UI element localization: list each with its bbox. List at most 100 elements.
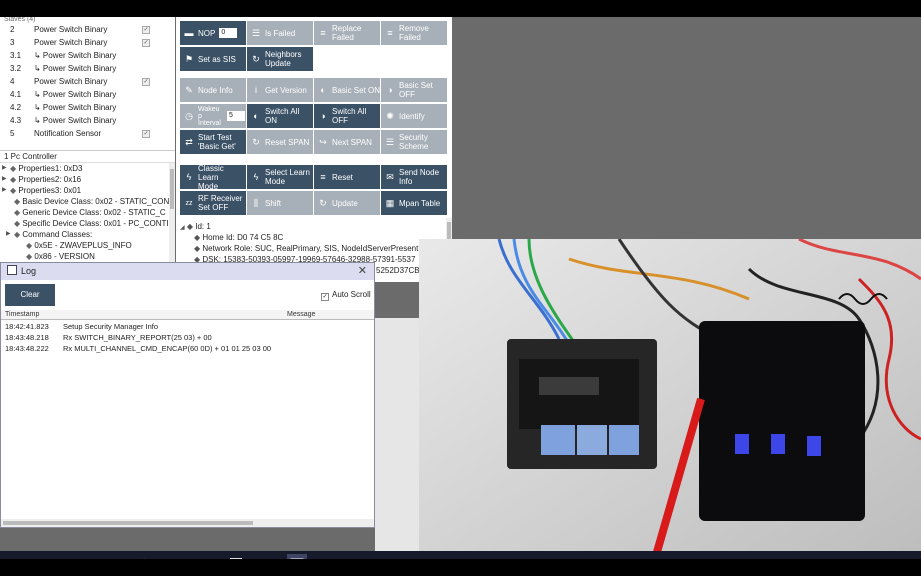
background-area bbox=[375, 318, 419, 559]
expand-arrow-icon: ▶ bbox=[2, 165, 7, 171]
node-checkbox[interactable]: ✓ bbox=[142, 39, 150, 47]
reset-button[interactable]: ≡ Reset bbox=[314, 165, 380, 189]
controller-property[interactable]: ◆ 0x5E - ZWAVEPLUS_INFO bbox=[0, 240, 175, 251]
controller-title[interactable]: 1 Pc Controller bbox=[0, 151, 175, 163]
controller-property-text: Specific Device Class: 0x01 - PC_CONTI bbox=[22, 219, 169, 228]
node-checkbox[interactable]: ✓ bbox=[142, 78, 150, 86]
mail-icon: ✉ bbox=[386, 171, 394, 182]
node-checkbox[interactable]: ✓ bbox=[142, 130, 150, 138]
tree-node[interactable]: 3.1 ↳ Power Switch Binary bbox=[0, 49, 175, 62]
controller-property[interactable]: ◆ Specific Device Class: 0x01 - PC_CONTI bbox=[0, 218, 175, 229]
node-info-button[interactable]: ✎ Node Info bbox=[180, 78, 246, 102]
nop-value-field[interactable]: 0 bbox=[219, 28, 238, 38]
list-add-icon: ≡ bbox=[320, 27, 326, 38]
controller-property[interactable]: ◆ Basic Device Class: 0x02 - STATIC_CON bbox=[0, 196, 175, 207]
next-span-button[interactable]: ↪ Next SPAN bbox=[314, 130, 380, 154]
log-timestamp: 18:43:48.218 bbox=[5, 333, 49, 342]
zwave-pc-controller-icon[interactable]: Z bbox=[287, 554, 307, 559]
rf-receiver-off-button[interactable]: zz RF Receiver Set OFF bbox=[180, 191, 246, 215]
log-row[interactable]: 18:43:48.222 Rx MULTI_CHANNEL_CMD_ENCAP(6… bbox=[1, 343, 374, 354]
message-icon: ▬ bbox=[184, 27, 194, 38]
basic-set-off-button[interactable]: ◑ Basic Set OFF bbox=[381, 78, 447, 102]
internet-explorer-icon[interactable]: e bbox=[166, 554, 186, 560]
wand-icon: ✎ bbox=[185, 84, 193, 95]
tree-node[interactable]: 3 Power Switch Binary ✓ bbox=[0, 36, 175, 49]
details-id-row[interactable]: ◢ ◆ Id: 1 bbox=[180, 221, 211, 232]
auto-scroll-checkbox[interactable]: ✓ Auto Scroll bbox=[321, 290, 371, 301]
log-titlebar[interactable]: Log ✕ bbox=[1, 263, 374, 280]
identify-button[interactable]: ✺ Identify bbox=[381, 104, 447, 128]
controller-property[interactable]: ◆ Generic Device Class: 0x02 - STATIC_C bbox=[0, 207, 175, 218]
controller-property[interactable]: ▶ ◆ Properties1: 0xD3 bbox=[0, 163, 175, 174]
node-number: 4.1 bbox=[10, 90, 22, 99]
security-scheme-button[interactable]: ☰ Security Scheme bbox=[381, 130, 447, 154]
checkbox-icon: ✓ bbox=[321, 293, 329, 301]
controller-property[interactable]: ▶ ◆ Properties2: 0x16 bbox=[0, 174, 175, 185]
node-checkbox[interactable]: ✓ bbox=[142, 26, 150, 34]
send-node-info-button[interactable]: ✉ Send Node Info bbox=[381, 165, 447, 189]
log-hscrollbar[interactable] bbox=[1, 519, 374, 527]
wakeup-interval-button[interactable]: ◷ Wakeu p Interval 5 bbox=[180, 104, 246, 128]
message-header[interactable]: Message bbox=[287, 311, 315, 318]
lightning-icon: ϟ bbox=[253, 171, 259, 182]
toggle-on-icon: ◐ bbox=[320, 84, 326, 95]
tag-icon: ◆ bbox=[14, 230, 21, 239]
log-message: Rx MULTI_CHANNEL_CMD_ENCAP(60 0D) + 01 0… bbox=[63, 344, 272, 353]
controller-property[interactable]: ▶ ◆ Properties3: 0x01 bbox=[0, 185, 175, 196]
node-number: 3.1 bbox=[10, 51, 22, 60]
controller-property-text: Properties1: 0xD3 bbox=[18, 164, 83, 173]
wakeup-value-field[interactable]: 5 bbox=[226, 111, 245, 121]
clear-button[interactable]: Clear bbox=[5, 284, 55, 306]
tree-node[interactable]: 3.2 ↳ Power Switch Binary bbox=[0, 62, 175, 75]
app-icon[interactable] bbox=[136, 554, 156, 559]
node-label: Power Switch Binary bbox=[34, 77, 108, 86]
select-learn-mode-button[interactable]: ϟ Select Learn Mode bbox=[247, 165, 313, 189]
shift-button[interactable]: ⫼ Shift bbox=[247, 191, 313, 215]
switch-all-on-button[interactable]: ◐ Switch All ON bbox=[247, 104, 313, 128]
switch-all-off-button[interactable]: ◑ Switch All OFF bbox=[314, 104, 380, 128]
expand-arrow-icon: ◢ bbox=[180, 225, 185, 231]
node-number: 5 bbox=[10, 129, 15, 138]
reset-span-button[interactable]: ↻ Reset SPAN bbox=[247, 130, 313, 154]
node-label: ↳ Power Switch Binary bbox=[34, 64, 117, 73]
lightbulb-icon: ✺ bbox=[386, 110, 394, 121]
log-message: Rx SWITCH_BINARY_REPORT(25 03) + 00 bbox=[63, 333, 212, 342]
remove-failed-button[interactable]: ≡ Remove Failed bbox=[381, 21, 447, 45]
edge-icon[interactable]: e bbox=[46, 554, 66, 560]
tree-node[interactable]: 4.1 ↳ Power Switch Binary bbox=[0, 88, 175, 101]
mpan-table-button[interactable]: ▦ Mpan Table bbox=[381, 191, 447, 215]
bars-icon: ⫼ bbox=[253, 197, 259, 208]
replace-failed-button[interactable]: ≡ Replace Failed bbox=[314, 21, 380, 45]
tree-node[interactable]: 4 Power Switch Binary ✓ bbox=[0, 75, 175, 88]
log-row[interactable]: 18:42:41.823 Setup Security Manager Info bbox=[1, 321, 374, 332]
log-row[interactable]: 18:43:48.218 Rx SWITCH_BINARY_REPORT(25 0… bbox=[1, 332, 374, 343]
log-timestamp: 18:43:48.222 bbox=[5, 344, 49, 353]
file-explorer-icon[interactable] bbox=[76, 554, 96, 559]
tree-node[interactable]: 4.3 ↳ Power Switch Binary bbox=[0, 114, 175, 127]
tree-node[interactable]: 4.2 ↳ Power Switch Binary bbox=[0, 101, 175, 114]
controller-property[interactable]: ◆ 0x86 - VERSION bbox=[0, 251, 175, 262]
paint-icon[interactable] bbox=[226, 554, 246, 559]
get-version-button[interactable]: i Get Version bbox=[247, 78, 313, 102]
neighbors-update-button[interactable]: ↻ Neighbors Update bbox=[247, 47, 313, 71]
node-number: 3.2 bbox=[10, 64, 22, 73]
nop-button[interactable]: ▬ NOP 0 bbox=[180, 21, 246, 45]
timestamp-header[interactable]: Timestamp bbox=[5, 311, 39, 318]
tree-node[interactable]: 5 Notification Sensor ✓ bbox=[0, 127, 175, 140]
node-number: 3 bbox=[10, 38, 15, 47]
classic-learn-mode-button[interactable]: ϟ Classic Learn Mode bbox=[180, 165, 246, 189]
is-failed-button[interactable]: ☰ Is Failed bbox=[247, 21, 313, 45]
tool-icon[interactable] bbox=[256, 554, 276, 559]
set-as-sis-button[interactable]: ⚑ Set as SIS bbox=[180, 47, 246, 71]
node-label: Notification Sensor bbox=[34, 129, 102, 138]
store-icon[interactable] bbox=[106, 554, 126, 559]
mail-icon[interactable] bbox=[196, 554, 216, 559]
controller-scrollbar[interactable] bbox=[169, 163, 175, 262]
controller-property[interactable]: ▶ ◆ Command Classes: bbox=[0, 229, 175, 240]
basic-set-on-button[interactable]: ◐ Basic Set ON bbox=[314, 78, 380, 102]
tree-node[interactable]: 2 Power Switch Binary ✓ bbox=[0, 23, 175, 36]
task-view-icon[interactable] bbox=[14, 554, 34, 559]
close-icon[interactable]: ✕ bbox=[358, 264, 367, 277]
update-button[interactable]: ↻ Update bbox=[314, 191, 380, 215]
start-test-button[interactable]: ⇄ Start Test 'Basic Get' bbox=[180, 130, 246, 154]
